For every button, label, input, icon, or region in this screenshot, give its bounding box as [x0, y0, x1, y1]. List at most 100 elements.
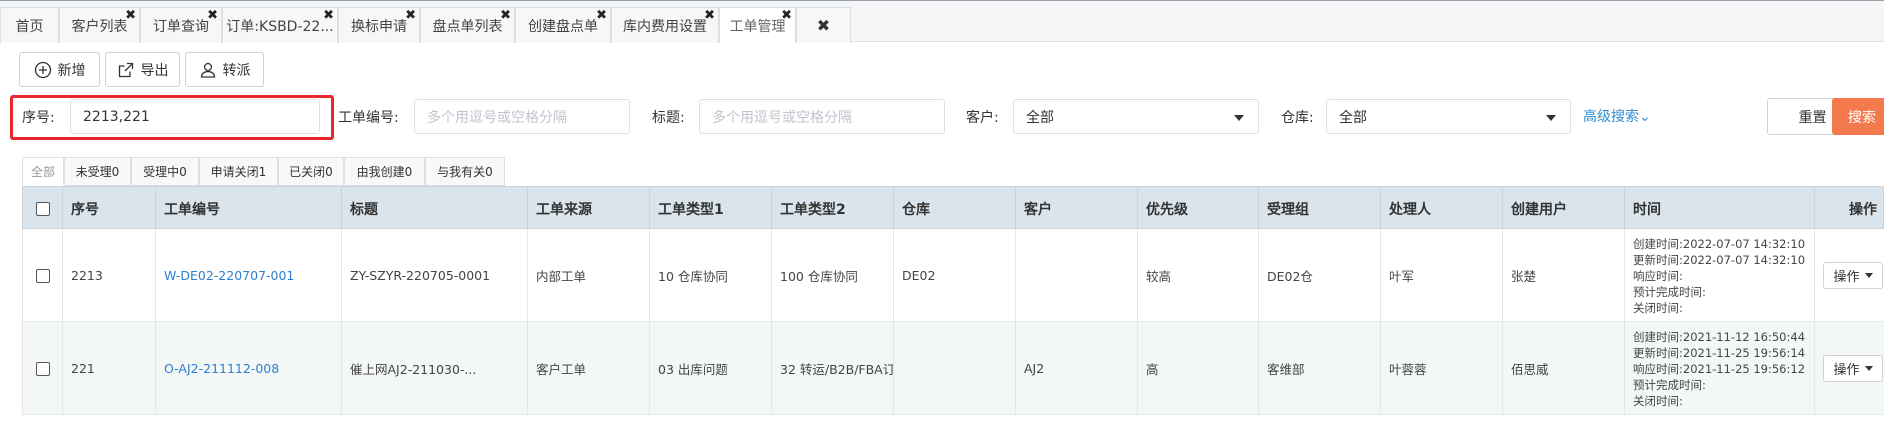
col-header-type1[interactable]: 工单类型1 — [650, 187, 772, 230]
col-header-handler[interactable]: 处理人 — [1381, 187, 1503, 230]
cell-creator: 佰思威 — [1503, 322, 1625, 415]
updated-time: 更新时间:2022-07-07 14:32:10 — [1633, 252, 1806, 267]
tab-ticket-management[interactable]: 工单管理 ✖ — [719, 7, 796, 43]
export-button[interactable]: 导出 — [105, 52, 180, 87]
close-icon[interactable]: ✖ — [596, 9, 607, 23]
export-icon — [118, 62, 133, 77]
row-actions-label: 操作 — [1833, 270, 1860, 285]
cell-time: 创建时间:2022-07-07 14:32:10 更新时间:2022-07-07… — [1625, 229, 1815, 322]
cell-handler: 叶军 — [1381, 229, 1503, 322]
cell-warehouse — [894, 322, 1016, 415]
row-actions-label: 操作 — [1833, 363, 1860, 378]
col-header-ticket-no[interactable]: 工单编号 — [156, 187, 342, 230]
status-tab-closed[interactable]: 已关闭0 — [278, 157, 344, 186]
row-checkbox[interactable] — [35, 268, 50, 283]
cell-customer — [1016, 229, 1138, 322]
cell-title: ZY-SZYR-220705-0001 — [342, 229, 528, 322]
cell-customer: AJ2 — [1016, 322, 1138, 415]
row-checkbox[interactable] — [35, 361, 50, 376]
closed-time: 关闭时间: — [1633, 300, 1683, 315]
tab-label: 盘点单列表 — [432, 18, 503, 35]
ticket-no-placeholder: 多个用逗号或空格分隔 — [427, 109, 567, 126]
add-button-label: 新增 — [57, 62, 86, 79]
plus-circle-icon — [34, 61, 51, 78]
warehouse-label: 仓库: — [1281, 110, 1314, 126]
status-tab-all[interactable]: 全部 — [22, 157, 64, 186]
assign-button[interactable]: 转派 — [185, 52, 264, 87]
col-header-customer[interactable]: 客户 — [1016, 187, 1138, 230]
row-actions-dropdown[interactable]: 操作 — [1823, 262, 1883, 289]
col-header-title[interactable]: 标题 — [342, 187, 528, 230]
cell-priority: 高 — [1138, 322, 1259, 415]
col-header-warehouse[interactable]: 仓库 — [894, 187, 1016, 230]
status-tab-created-by-me[interactable]: 由我创建0 — [344, 157, 425, 186]
customer-label: 客户: — [966, 110, 999, 126]
cell-priority: 较高 — [1138, 229, 1259, 322]
close-icon[interactable]: ✖ — [207, 9, 218, 23]
table-row: 221 O-AJ2-211112-008 催上网AJ2-211030-... 客… — [22, 322, 1884, 415]
close-icon[interactable]: ✖ — [323, 9, 334, 23]
tab-customer-list[interactable]: 客户列表 ✖ — [59, 7, 140, 43]
cell-warehouse: DE02 — [894, 229, 1016, 322]
tab-stocktake-list[interactable]: 盘点单列表 ✖ — [420, 7, 515, 43]
row-actions-dropdown[interactable]: 操作 — [1823, 355, 1883, 382]
tab-label: 换标申请 — [351, 18, 407, 35]
title-placeholder: 多个用逗号或空格分隔 — [712, 109, 852, 126]
tab-create-stocktake[interactable]: 创建盘点单 ✖ — [515, 7, 611, 43]
close-icon[interactable]: ✖ — [405, 9, 416, 23]
close-icon[interactable]: ✖ — [125, 9, 136, 23]
row-select-cell — [23, 229, 63, 322]
close-all-tabs-icon[interactable]: ✖ — [796, 7, 851, 43]
cell-source: 客户工单 — [528, 322, 650, 415]
cell-type1: 10 仓库协同 — [650, 229, 772, 322]
cell-title: 催上网AJ2-211030-... — [342, 322, 528, 415]
status-tab-close-requested[interactable]: 申请关闭1 — [199, 157, 278, 186]
user-icon — [200, 62, 215, 78]
col-header-seq[interactable]: 序号 — [63, 187, 156, 230]
warehouse-select[interactable]: 全部 — [1326, 99, 1571, 134]
cell-source: 内部工单 — [528, 229, 650, 322]
close-icon[interactable]: ✖ — [781, 9, 792, 23]
tab-home[interactable]: 首页 — [0, 7, 59, 43]
customer-select-value: 全部 — [1026, 109, 1054, 126]
tab-order-detail[interactable]: 订单:KSBD-22... ✖ — [222, 7, 338, 43]
tab-warehouse-fee-settings[interactable]: 库内费用设置 ✖ — [611, 7, 719, 43]
tab-label: 首页 — [15, 18, 44, 35]
warehouse-select-value: 全部 — [1339, 109, 1367, 126]
assign-button-label: 转派 — [222, 62, 251, 79]
close-icon[interactable]: ✖ — [704, 9, 715, 23]
tab-label: 创建盘点单 — [528, 18, 598, 35]
table-header: 序号 工单编号 标题 工单来源 工单类型1 工单类型2 仓库 客户 优先级 受理… — [22, 186, 1884, 230]
tab-relabel-request[interactable]: 换标申请 ✖ — [338, 7, 420, 43]
status-tab-unaccepted[interactable]: 未受理0 — [64, 157, 131, 186]
row-select-cell — [23, 322, 63, 415]
col-header-time[interactable]: 时间 — [1625, 187, 1815, 230]
status-tab-in-progress[interactable]: 受理中0 — [131, 157, 199, 186]
cell-seq: 221 — [63, 322, 156, 415]
cell-ticket-no-link[interactable]: O-AJ2-211112-008 — [156, 322, 342, 415]
col-header-type2[interactable]: 工单类型2 — [772, 187, 894, 230]
add-button[interactable]: 新增 — [19, 52, 100, 87]
col-header-priority[interactable]: 优先级 — [1138, 187, 1259, 230]
status-tab-related-to-me[interactable]: 与我有关0 — [425, 157, 505, 186]
advanced-search-link[interactable]: 高级搜索⌄ — [1583, 106, 1651, 126]
col-header-group[interactable]: 受理组 — [1259, 187, 1381, 230]
col-header-source[interactable]: 工单来源 — [528, 187, 650, 230]
cell-ticket-no-link[interactable]: W-DE02-220707-001 — [156, 229, 342, 322]
title-label: 标题: — [652, 110, 685, 126]
ticket-no-input[interactable]: 多个用逗号或空格分隔 — [414, 99, 630, 134]
search-button[interactable]: 搜索 — [1832, 98, 1884, 135]
close-icon[interactable]: ✖ — [500, 9, 511, 23]
title-input[interactable]: 多个用逗号或空格分隔 — [699, 99, 945, 134]
customer-select[interactable]: 全部 — [1013, 99, 1259, 134]
col-header-creator[interactable]: 创建用户 — [1503, 187, 1625, 230]
export-button-label: 导出 — [140, 62, 169, 79]
tab-order-query[interactable]: 订单查询 ✖ — [140, 7, 222, 43]
select-all-checkbox[interactable] — [35, 201, 50, 216]
created-time: 创建时间:2022-07-07 14:32:10 — [1633, 236, 1806, 251]
select-all-cell — [23, 187, 63, 230]
cell-type1: 03 出库问题 — [650, 322, 772, 415]
cell-handler: 叶蓉蓉 — [1381, 322, 1503, 415]
expected-finish-time: 预计完成时间: — [1633, 377, 1706, 392]
cell-type2: 32 转运/B2B/FBA订 — [772, 322, 894, 415]
